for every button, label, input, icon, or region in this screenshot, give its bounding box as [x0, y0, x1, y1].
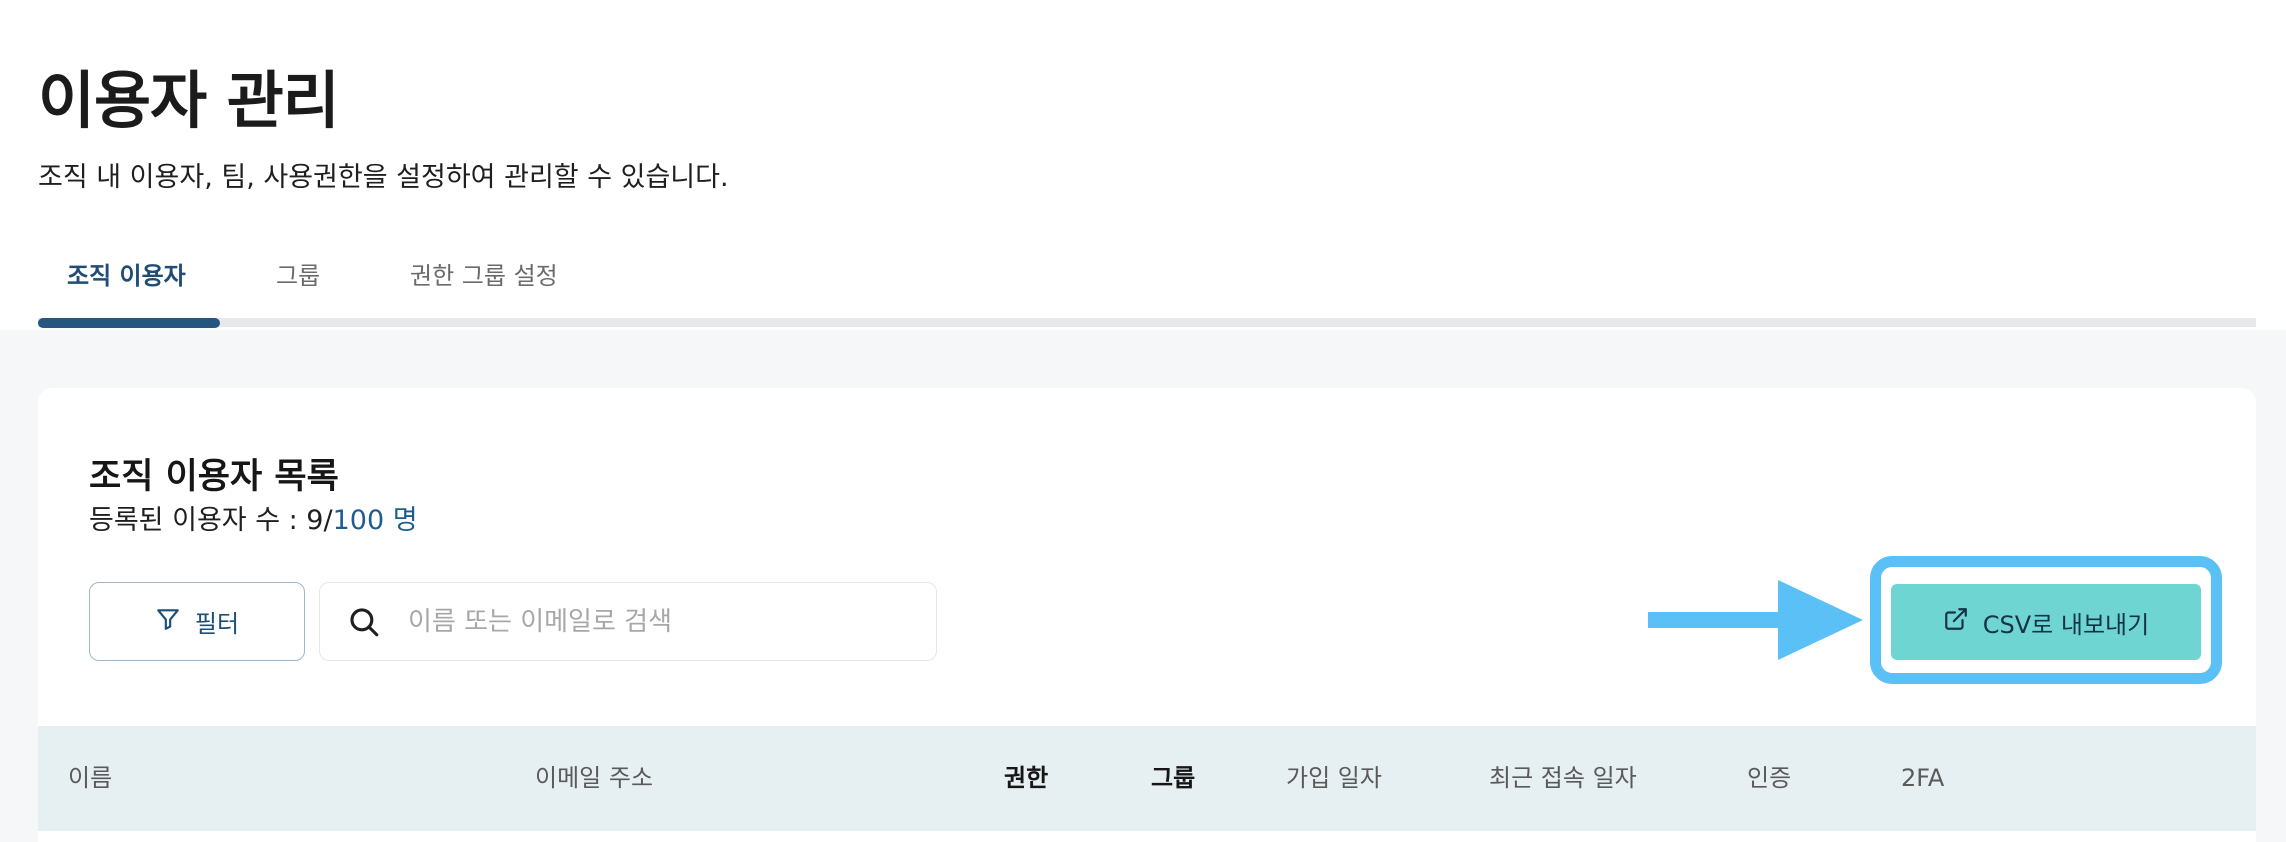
- page-header: 이용자 관리 조직 내 이용자, 팀, 사용권한을 설정하여 관리할 수 있습니…: [0, 0, 2286, 330]
- column-header-email[interactable]: 이메일 주소: [535, 726, 653, 831]
- column-header-permission[interactable]: 권한: [1004, 726, 1048, 831]
- filter-button[interactable]: 필터: [89, 582, 305, 661]
- search-box[interactable]: [319, 582, 937, 661]
- column-header-2fa[interactable]: 2FA: [1901, 726, 1944, 831]
- user-count-max: 100 명: [332, 505, 418, 536]
- tab-groups[interactable]: 그룹: [276, 255, 320, 317]
- user-count-prefix: 등록된 이용자 수 : 9/: [89, 505, 333, 536]
- tab-permission-group-settings[interactable]: 권한 그룹 설정: [410, 255, 558, 317]
- annotation-arrow: [1648, 580, 1863, 660]
- card-title: 조직 이용자 목록: [89, 457, 339, 497]
- search-input[interactable]: [408, 591, 936, 652]
- column-header-name[interactable]: 이름: [68, 726, 112, 831]
- column-header-group[interactable]: 그룹: [1151, 726, 1195, 831]
- column-header-verification[interactable]: 인증: [1747, 726, 1791, 831]
- filter-label: 필터: [194, 610, 240, 638]
- table-header: 이름 이메일 주소 권한 그룹 가입 일자 최근 접속 일자 인증 2FA: [38, 726, 2256, 831]
- column-header-last-access[interactable]: 최근 접속 일자: [1489, 726, 1637, 831]
- page-title: 이용자 관리: [38, 64, 340, 137]
- tab-bar: 조직 이용자 그룹 권한 그룹 설정: [38, 255, 2256, 330]
- page-description: 조직 내 이용자, 팀, 사용권한을 설정하여 관리할 수 있습니다.: [38, 162, 729, 193]
- export-csv-label: CSV로 내보내기: [1982, 610, 2150, 639]
- search-icon: [320, 605, 408, 639]
- users-list-card: 조직 이용자 목록 등록된 이용자 수 : 9/100 명 필터 이름 또는 이…: [38, 388, 2256, 842]
- tab-track: [38, 318, 2256, 327]
- user-count: 등록된 이용자 수 : 9/100 명: [89, 498, 418, 537]
- tab-organization-users[interactable]: 조직 이용자: [67, 255, 186, 317]
- active-tab-indicator: [38, 318, 220, 328]
- export-csv-button[interactable]: CSV로 내보내기: [1891, 584, 2201, 660]
- filter-icon: [155, 606, 181, 638]
- column-header-join-date[interactable]: 가입 일자: [1286, 726, 1382, 831]
- external-link-icon: [1943, 606, 1969, 638]
